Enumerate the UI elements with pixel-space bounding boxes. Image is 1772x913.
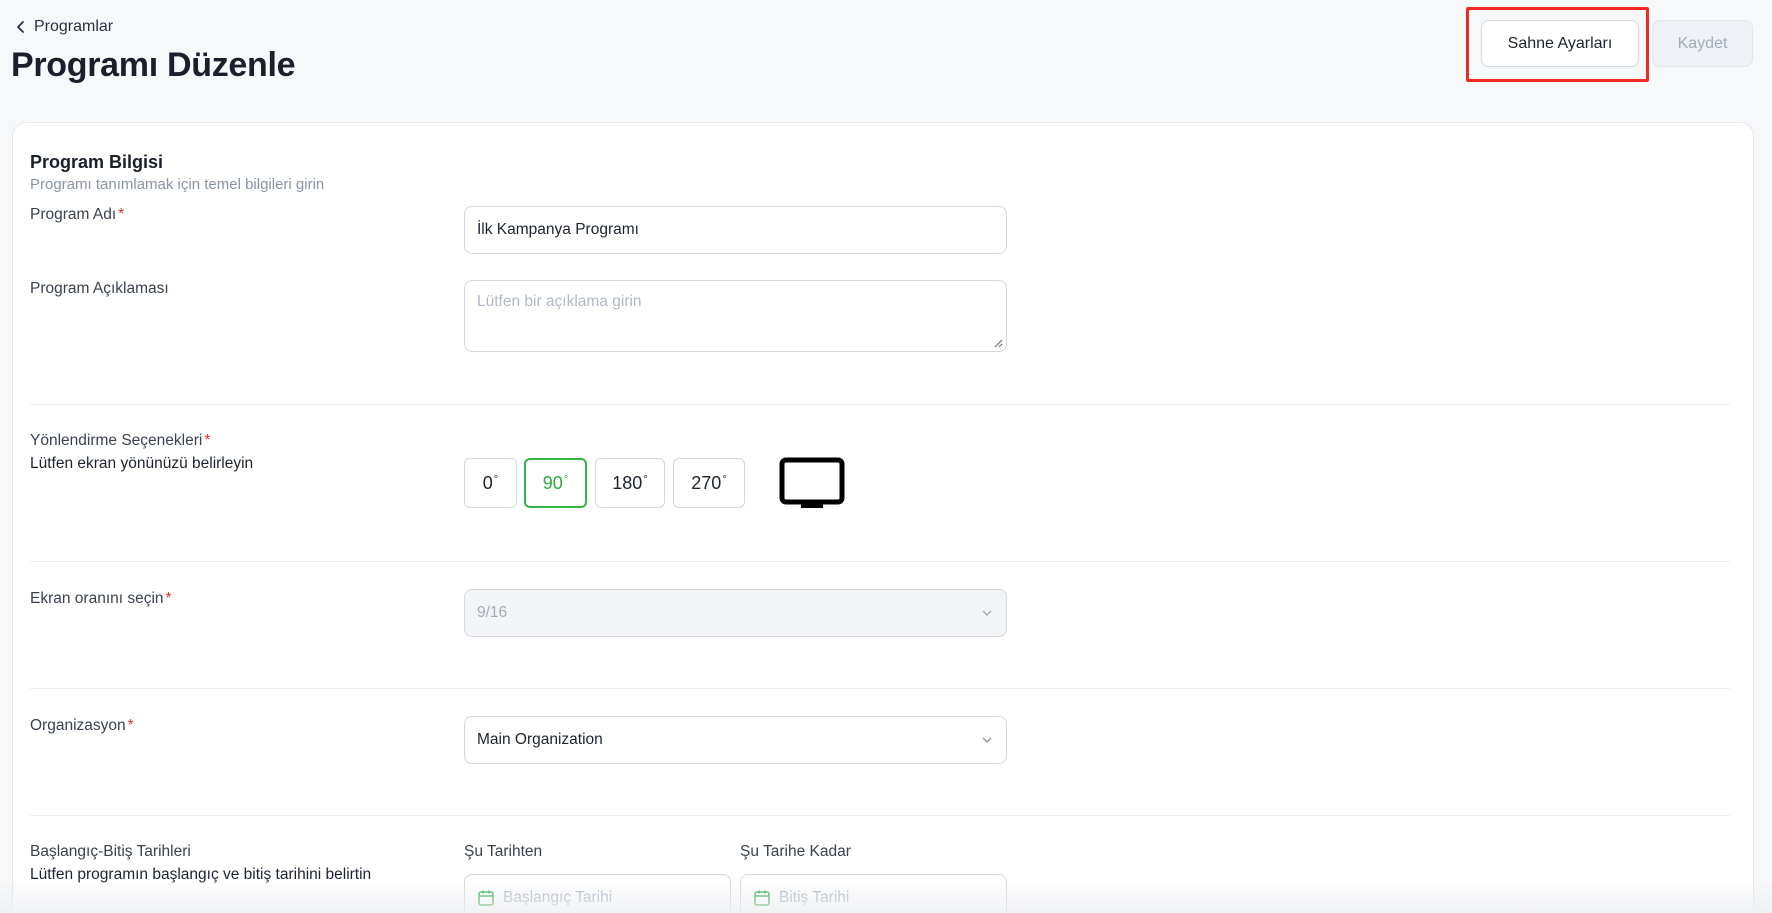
start-date-placeholder: Başlangıç Tarihi: [503, 889, 613, 906]
chevron-left-icon: [17, 21, 24, 33]
start-date-input[interactable]: Başlangıç Tarihi: [464, 874, 731, 913]
divider: [30, 688, 1730, 689]
organization-label: Organizasyon *: [30, 717, 134, 735]
section-subtitle: Programı tanımlamak için temel bilgileri…: [30, 176, 325, 193]
required-mark: *: [118, 206, 125, 223]
save-button[interactable]: Kaydet: [1652, 20, 1753, 67]
divider: [30, 815, 1730, 816]
calendar-icon: [754, 890, 770, 906]
orientation-90-button[interactable]: 90 °: [524, 458, 587, 508]
required-mark: *: [165, 590, 172, 607]
program-description-label: Program Açıklaması: [30, 280, 169, 297]
to-date-label: Şu Tarihe Kadar: [740, 843, 851, 860]
program-name-label: Program Adı *: [30, 206, 124, 224]
calendar-icon: [478, 890, 494, 906]
orientation-180-label: 180: [612, 472, 643, 493]
orientation-270-label: 270: [691, 472, 722, 493]
divider: [30, 404, 1730, 405]
orientation-sublabel: Lütfen ekran yönünüzü belirleyin: [30, 455, 254, 472]
highlight-annotation: [1466, 7, 1649, 82]
back-link-label: Programlar: [34, 18, 114, 35]
monitor-icon: [779, 457, 845, 508]
resize-grip-icon[interactable]: [993, 338, 1003, 348]
aspect-ratio-label: Ekran oranını seçin *: [30, 590, 172, 608]
program-name-input[interactable]: İlk Kampanya Programı: [464, 206, 1007, 254]
orientation-270-button[interactable]: 270 °: [673, 458, 745, 508]
orientation-0-button[interactable]: 0 °: [464, 458, 517, 508]
orientation-90-label: 90: [542, 472, 563, 493]
chevron-down-icon: [982, 737, 992, 743]
program-description-placeholder: Lütfen bir açıklama girin: [477, 293, 642, 310]
aspect-ratio-select[interactable]: 9/16: [464, 589, 1007, 637]
orientation-label: Yönlendirme Seçenekleri *: [30, 432, 210, 450]
back-link[interactable]: Programlar: [14, 18, 113, 36]
program-name-value: İlk Kampanya Programı: [477, 221, 639, 238]
chevron-down-icon: [982, 610, 992, 616]
end-date-placeholder: Bitiş Tarihi: [779, 889, 850, 906]
degree-symbol: °: [643, 474, 648, 486]
aspect-ratio-value: 9/16: [477, 604, 508, 621]
dates-sublabel: Lütfen programın başlangıç ve bitiş tari…: [30, 866, 372, 883]
organization-select[interactable]: Main Organization: [464, 716, 1007, 764]
orientation-0-label: 0: [482, 472, 493, 493]
section-title: Program Bilgisi: [30, 152, 164, 172]
orientation-180-button[interactable]: 180 °: [595, 458, 665, 508]
aspect-ratio-label-text: Ekran oranını seçin: [30, 590, 164, 607]
end-date-input[interactable]: Bitiş Tarihi: [740, 874, 1007, 913]
page-title: Programı Düzenle: [11, 46, 296, 84]
required-mark: *: [127, 717, 134, 734]
organization-value: Main Organization: [477, 731, 603, 748]
degree-symbol: °: [722, 474, 727, 486]
program-description-input[interactable]: Lütfen bir açıklama girin: [464, 280, 1007, 352]
from-date-label: Şu Tarihten: [464, 843, 543, 860]
degree-symbol: °: [563, 474, 569, 486]
divider: [30, 561, 1730, 562]
organization-label-text: Organizasyon: [30, 717, 126, 734]
required-mark: *: [204, 432, 211, 449]
orientation-label-text: Yönlendirme Seçenekleri: [30, 432, 203, 449]
program-name-label-text: Program Adı: [30, 206, 117, 223]
degree-symbol: °: [493, 474, 499, 486]
dates-label: Başlangıç-Bitiş Tarihleri: [30, 843, 191, 860]
